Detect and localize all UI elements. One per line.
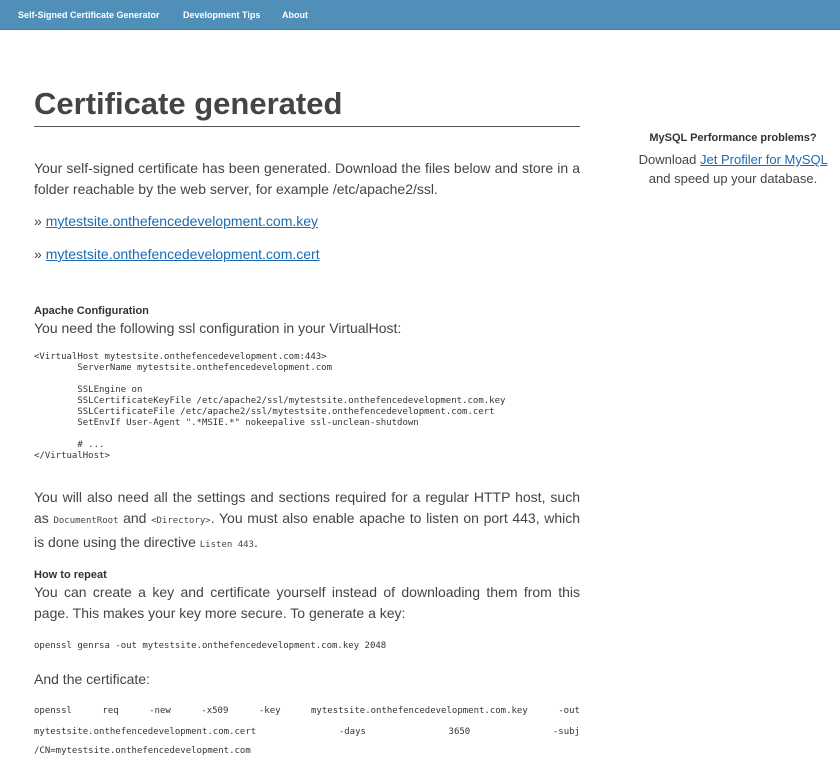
cert-token: req bbox=[102, 706, 119, 716]
apache-configuration-heading: Apache Configuration bbox=[34, 305, 149, 317]
how-to-repeat-intro: You can create a key and certificate you… bbox=[34, 584, 580, 621]
code-documentroot: DocumentRoot bbox=[53, 516, 119, 526]
download-key-link[interactable]: mytestsite.onthefencedevelopment.com.key bbox=[46, 213, 318, 229]
cert-token: openssl bbox=[34, 706, 72, 716]
apache-note-and: and bbox=[123, 510, 147, 526]
apache-note-paragraph: You will also need all the settings and … bbox=[34, 487, 580, 556]
nav-link-about[interactable]: About bbox=[282, 0, 308, 29]
apache-config-code: <VirtualHost mytestsite.onthefencedevelo… bbox=[34, 352, 506, 461]
cert-command-line-2: mytestsite.onthefencedevelopment.com.cer… bbox=[34, 727, 580, 737]
cert-token: -days bbox=[338, 727, 366, 737]
sidebar-body: Download Jet Profiler for MySQL and spee… bbox=[626, 150, 840, 188]
page-title: Certificate generated bbox=[34, 86, 580, 127]
nav-link-certificate-generator[interactable]: Self-Signed Certificate Generator bbox=[18, 0, 160, 29]
apache-note-end: . bbox=[253, 534, 258, 550]
apache-intro: You need the following ssl configuration… bbox=[34, 320, 402, 336]
download-cert-item: » mytestsite.onthefencedevelopment.com.c… bbox=[34, 246, 320, 262]
top-navigation-bar: Self-Signed Certificate Generator Develo… bbox=[0, 0, 840, 30]
nav-link-development-tips[interactable]: Development Tips bbox=[183, 0, 260, 29]
jet-profiler-link[interactable]: Jet Profiler for MySQL bbox=[700, 152, 827, 167]
cert-command-line-1: openssl req -new -x509 -key mytestsite.o… bbox=[34, 706, 580, 716]
cert-token: -subj bbox=[552, 727, 580, 737]
intro-paragraph: Your self-signed certificate has been ge… bbox=[34, 160, 580, 197]
code-directory: <Directory> bbox=[151, 516, 211, 526]
download-prefix: » bbox=[34, 246, 42, 262]
genrsa-command: openssl genrsa -out mytestsite.onthefenc… bbox=[34, 641, 387, 651]
cert-token: -x509 bbox=[201, 706, 229, 716]
how-to-repeat-heading: How to repeat bbox=[34, 569, 107, 581]
sidebar-text-before: Download bbox=[638, 152, 697, 167]
code-listen: Listen 443 bbox=[199, 540, 254, 550]
sidebar-title: MySQL Performance problems? bbox=[649, 132, 817, 144]
cert-token: -key bbox=[258, 706, 281, 716]
certificate-label: And the certificate: bbox=[34, 671, 150, 687]
cert-token: mytestsite.onthefencedevelopment.com.key bbox=[311, 706, 528, 716]
cert-token: mytestsite.onthefencedevelopment.com.cer… bbox=[34, 727, 257, 737]
sidebar-ad: MySQL Performance problems? Download Jet… bbox=[626, 132, 840, 188]
cert-token: -out bbox=[558, 706, 580, 716]
download-cert-link[interactable]: mytestsite.onthefencedevelopment.com.cer… bbox=[46, 246, 320, 262]
cert-command-line-3: /CN=mytestsite.onthefencedevelopment.com bbox=[34, 746, 251, 756]
download-prefix: » bbox=[34, 213, 42, 229]
cert-token: 3650 bbox=[448, 727, 471, 737]
download-key-item: » mytestsite.onthefencedevelopment.com.k… bbox=[34, 213, 318, 229]
cert-token: -new bbox=[149, 706, 171, 716]
sidebar-text-after: and speed up your database. bbox=[648, 171, 818, 186]
